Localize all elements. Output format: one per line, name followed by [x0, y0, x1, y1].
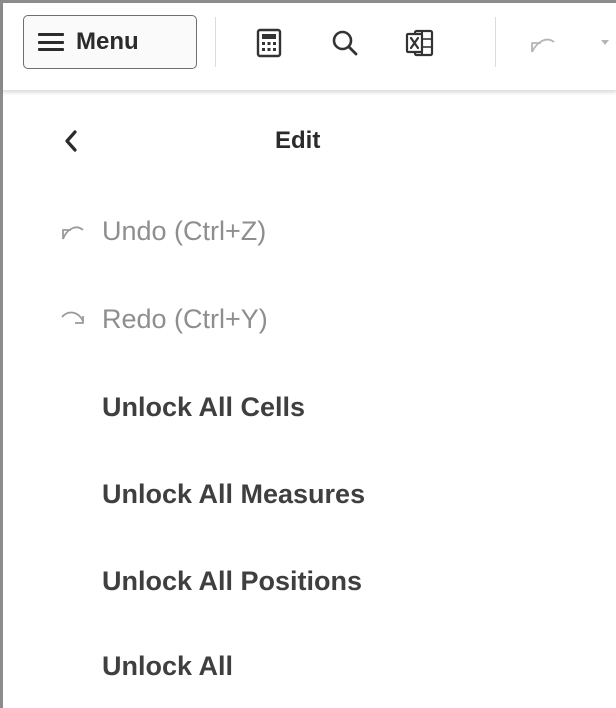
calculator-icon[interactable]	[249, 23, 289, 63]
edit-panel-header: Edit	[3, 93, 616, 189]
chevron-down-icon[interactable]	[595, 23, 616, 63]
toolbar: Menu	[3, 3, 616, 91]
panel-title: Edit	[275, 127, 321, 154]
app-frame: Menu Edit Undo (Ctrl+Z) Redo (Ctrl+Y) Un…	[0, 0, 616, 708]
menu-button[interactable]: Menu	[23, 15, 197, 69]
toolbar-divider	[495, 17, 496, 67]
undo-icon[interactable]	[523, 23, 563, 63]
unlock-all-menu-item[interactable]: Unlock All	[3, 626, 616, 706]
excel-export-icon[interactable]	[400, 23, 440, 63]
menu-button-label: Menu	[76, 28, 139, 55]
unlock-all-label: Unlock All	[102, 650, 234, 681]
search-icon[interactable]	[325, 23, 365, 63]
unlock-all-measures-menu-item[interactable]: Unlock All Measures	[3, 454, 616, 534]
toolbar-divider	[215, 17, 216, 67]
back-button[interactable]	[53, 123, 89, 159]
redo-icon	[53, 299, 93, 339]
redo-menu-item[interactable]: Redo (Ctrl+Y)	[3, 279, 616, 359]
unlock-all-cells-label: Unlock All Cells	[102, 391, 306, 422]
unlock-all-measures-label: Unlock All Measures	[102, 478, 366, 509]
unlock-all-positions-menu-item[interactable]: Unlock All Positions	[3, 541, 616, 621]
hamburger-icon	[38, 33, 64, 51]
undo-menu-label: Undo (Ctrl+Z)	[102, 215, 267, 246]
undo-menu-item[interactable]: Undo (Ctrl+Z)	[3, 191, 616, 271]
chevron-left-icon	[65, 130, 77, 152]
redo-menu-label: Redo (Ctrl+Y)	[102, 303, 268, 334]
unlock-all-cells-menu-item[interactable]: Unlock All Cells	[3, 367, 616, 447]
undo-icon	[53, 211, 93, 251]
unlock-all-positions-label: Unlock All Positions	[102, 565, 363, 596]
